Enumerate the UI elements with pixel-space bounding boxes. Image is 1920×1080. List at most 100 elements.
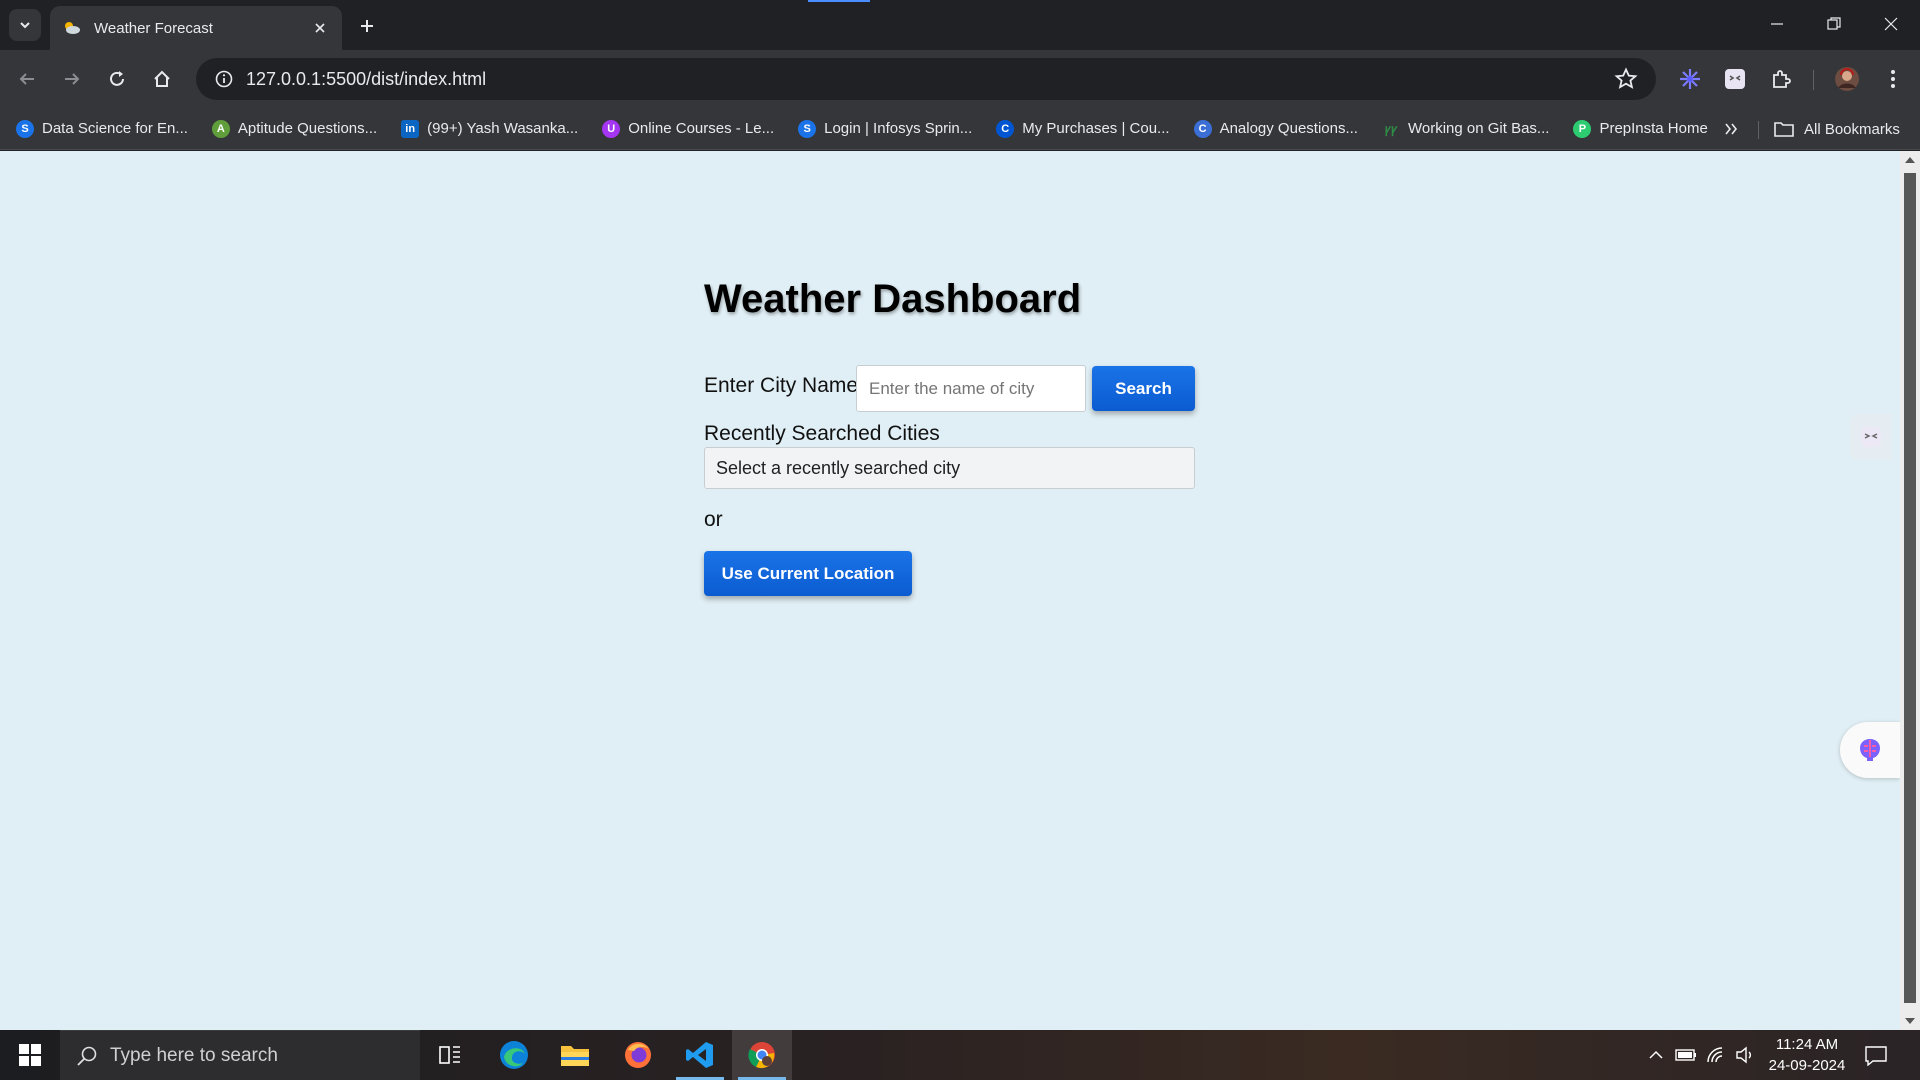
vscode-icon [686,1042,713,1068]
extension-button-2[interactable] [1718,62,1752,96]
bookmark-star-icon[interactable] [1614,67,1638,91]
clock-time: 11:24 AM [1775,1036,1839,1053]
all-bookmarks-label: All Bookmarks [1804,120,1900,138]
more-vertical-icon [1891,70,1895,88]
or-separator-text: or [704,508,723,531]
search-icon [77,1046,97,1066]
bookmarks-separator [1758,121,1759,139]
extension-face-icon [1861,427,1881,447]
chrome-icon [748,1042,775,1069]
recent-select-value: Select a recently searched city [716,457,961,478]
volume-tray-button[interactable] [1734,1044,1756,1066]
extensions-menu-button[interactable] [1764,62,1798,96]
minimize-button[interactable] [1748,0,1806,48]
taskbar-vscode[interactable] [670,1030,730,1080]
site-info-icon[interactable] [210,65,238,93]
geeksforgeeks-icon: ꝩꝩ [1384,122,1398,136]
bookmark-label: My Purchases | Cou... [1022,120,1170,137]
start-button[interactable] [0,1030,60,1080]
home-icon [154,70,170,87]
bookmark-item[interactable]: C My Purchases | Cou... [996,113,1179,145]
profile-avatar-button[interactable] [1830,62,1864,96]
search-button[interactable]: Search [1092,366,1195,411]
all-bookmarks-button[interactable]: All Bookmarks [1774,113,1900,145]
notification-icon [1865,1046,1887,1066]
folder-icon [1774,122,1794,137]
taskbar-search-placeholder: Type here to search [110,1044,278,1066]
scroll-down-icon[interactable] [1905,1018,1915,1024]
bookmark-item[interactable]: in (99+) Yash Wasanka... [401,113,588,145]
address-bar[interactable]: 127.0.0.1:5500/dist/index.html [196,58,1656,100]
network-tray-button[interactable] [1705,1044,1727,1066]
back-button[interactable] [10,62,44,96]
forward-button[interactable] [55,62,89,96]
bookmark-item[interactable]: P PrepInsta Home [1573,113,1717,145]
bookmark-label: Analogy Questions... [1219,120,1358,137]
city-search-input[interactable] [856,365,1086,412]
bookmark-item[interactable]: A Aptitude Questions... [211,113,387,145]
side-extension-widget[interactable] [1850,414,1892,460]
bookmark-item[interactable]: S Data Science for En... [16,113,198,145]
scrollbar-thumb[interactable] [1904,173,1916,1003]
udemy-icon: U [602,119,621,138]
tab-close-icon[interactable] [310,18,330,38]
bookmark-favicon-icon: S [798,119,817,138]
bookmark-label: Data Science for En... [42,120,188,137]
bookmark-label: (99+) Yash Wasanka... [427,120,579,137]
taskbar-clock[interactable]: 11:24 AM 24-09-2024 [1762,1034,1852,1076]
use-current-location-button[interactable]: Use Current Location [704,551,912,596]
bookmark-favicon-icon: S [16,119,34,138]
url-text[interactable]: 127.0.0.1:5500/dist/index.html [246,69,486,90]
double-chevron-right-icon [1725,123,1738,135]
reload-button[interactable] [100,62,134,96]
action-center-button[interactable] [1862,1042,1890,1070]
taskbar-edge[interactable] [484,1030,544,1080]
bookmark-label: Online Courses - Le... [628,120,775,137]
task-view-button[interactable] [420,1030,480,1080]
arrow-right-icon [65,73,80,85]
scroll-up-icon[interactable] [1905,157,1915,163]
page-viewport: Weather Dashboard Enter City Name Search… [0,151,1900,1030]
bookmarks-overflow-button[interactable] [1716,113,1746,145]
page-title: Weather Dashboard [704,277,1082,321]
chevron-down-icon [20,22,30,29]
close-icon [1884,17,1898,31]
extension-button-1[interactable] [1673,62,1707,96]
chevron-up-icon [1649,1050,1663,1059]
home-button[interactable] [145,62,179,96]
browser-toolbar: 127.0.0.1:5500/dist/index.html [0,50,1920,108]
taskbar-firefox[interactable] [608,1030,668,1080]
bookmark-label: Aptitude Questions... [237,120,378,137]
bookmark-label: PrepInsta Home [1599,120,1708,137]
windows-taskbar: Type here to search 11:24 AM 24-09-2024 [0,1030,1920,1080]
taskbar-search-box[interactable]: Type here to search [60,1030,420,1080]
bookmarks-bar: S Data Science for En... A Aptitude Ques… [0,108,1920,150]
new-tab-button[interactable] [353,12,381,40]
puzzle-icon [1773,70,1791,88]
restore-button[interactable] [1805,0,1863,48]
city-name-label: Enter City Name [704,374,859,397]
folder-icon [561,1046,589,1066]
weather-favicon-icon [65,22,80,34]
wifi-icon [1707,1047,1723,1063]
tab-search-button[interactable] [9,9,41,41]
recent-cities-select[interactable]: Select a recently searched city [704,447,1195,489]
close-window-button[interactable] [1862,0,1920,48]
bookmark-item[interactable]: U Online Courses - Le... [602,113,784,145]
bookmark-item[interactable]: ꝩꝩ Working on Git Bas... [1382,113,1559,145]
puzzle-face-extension-icon [1725,69,1745,89]
ai-assistant-button[interactable] [1840,722,1900,778]
bookmark-item[interactable]: S Login | Infosys Sprin... [798,113,982,145]
battery-tray-button[interactable] [1675,1044,1697,1066]
browser-menu-button[interactable] [1876,62,1910,96]
taskbar-chrome[interactable] [732,1030,792,1080]
bookmark-item[interactable]: C Analogy Questions... [1193,113,1368,145]
speaker-icon [1736,1046,1751,1064]
bookmark-favicon-icon: A [211,119,230,138]
toolbar-separator [1813,70,1814,90]
tab-weather-forecast[interactable]: Weather Forecast [50,6,342,50]
taskbar-file-explorer[interactable] [545,1030,605,1080]
page-scrollbar[interactable] [1900,151,1920,1030]
show-hidden-icons-button[interactable] [1645,1044,1667,1066]
bookmark-label: Working on Git Bas... [1407,120,1550,137]
